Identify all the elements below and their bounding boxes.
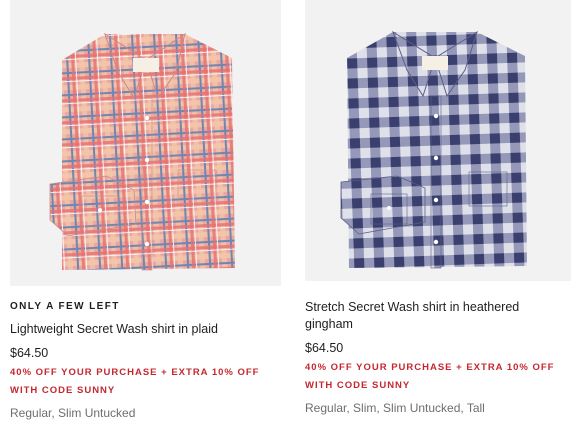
product-card-plaid-shirt[interactable]: ONLY A FEW LEFT Lightweight Secret Wash … <box>10 0 281 420</box>
product-image[interactable] <box>10 0 281 286</box>
shirt-image-gingham <box>340 30 527 269</box>
stock-badge: ONLY A FEW LEFT <box>10 301 120 312</box>
product-name[interactable]: Lightweight Secret Wash shirt in plaid <box>10 321 281 338</box>
fit-options: Regular, Slim Untucked <box>10 406 136 420</box>
promo-text: 40% OFF YOUR PURCHASE + EXTRA 10% OFF WI… <box>10 367 260 396</box>
product-price: $64.50 <box>10 346 49 360</box>
product-price: $64.50 <box>305 341 344 355</box>
product-info: Stretch Secret Wash shirt in heathered g… <box>305 281 571 415</box>
product-image[interactable] <box>305 0 571 281</box>
shirt-image-plaid <box>49 32 235 271</box>
product-name[interactable]: Stretch Secret Wash shirt in heathered g… <box>305 299 545 333</box>
product-grid: ONLY A FEW LEFT Lightweight Secret Wash … <box>0 0 571 429</box>
product-card-gingham-shirt[interactable]: Stretch Secret Wash shirt in heathered g… <box>305 0 571 415</box>
promo-text: 40% OFF YOUR PURCHASE + EXTRA 10% OFF WI… <box>305 362 555 391</box>
product-info: ONLY A FEW LEFT Lightweight Secret Wash … <box>10 286 281 420</box>
fit-options: Regular, Slim, Slim Untucked, Tall <box>305 401 485 415</box>
